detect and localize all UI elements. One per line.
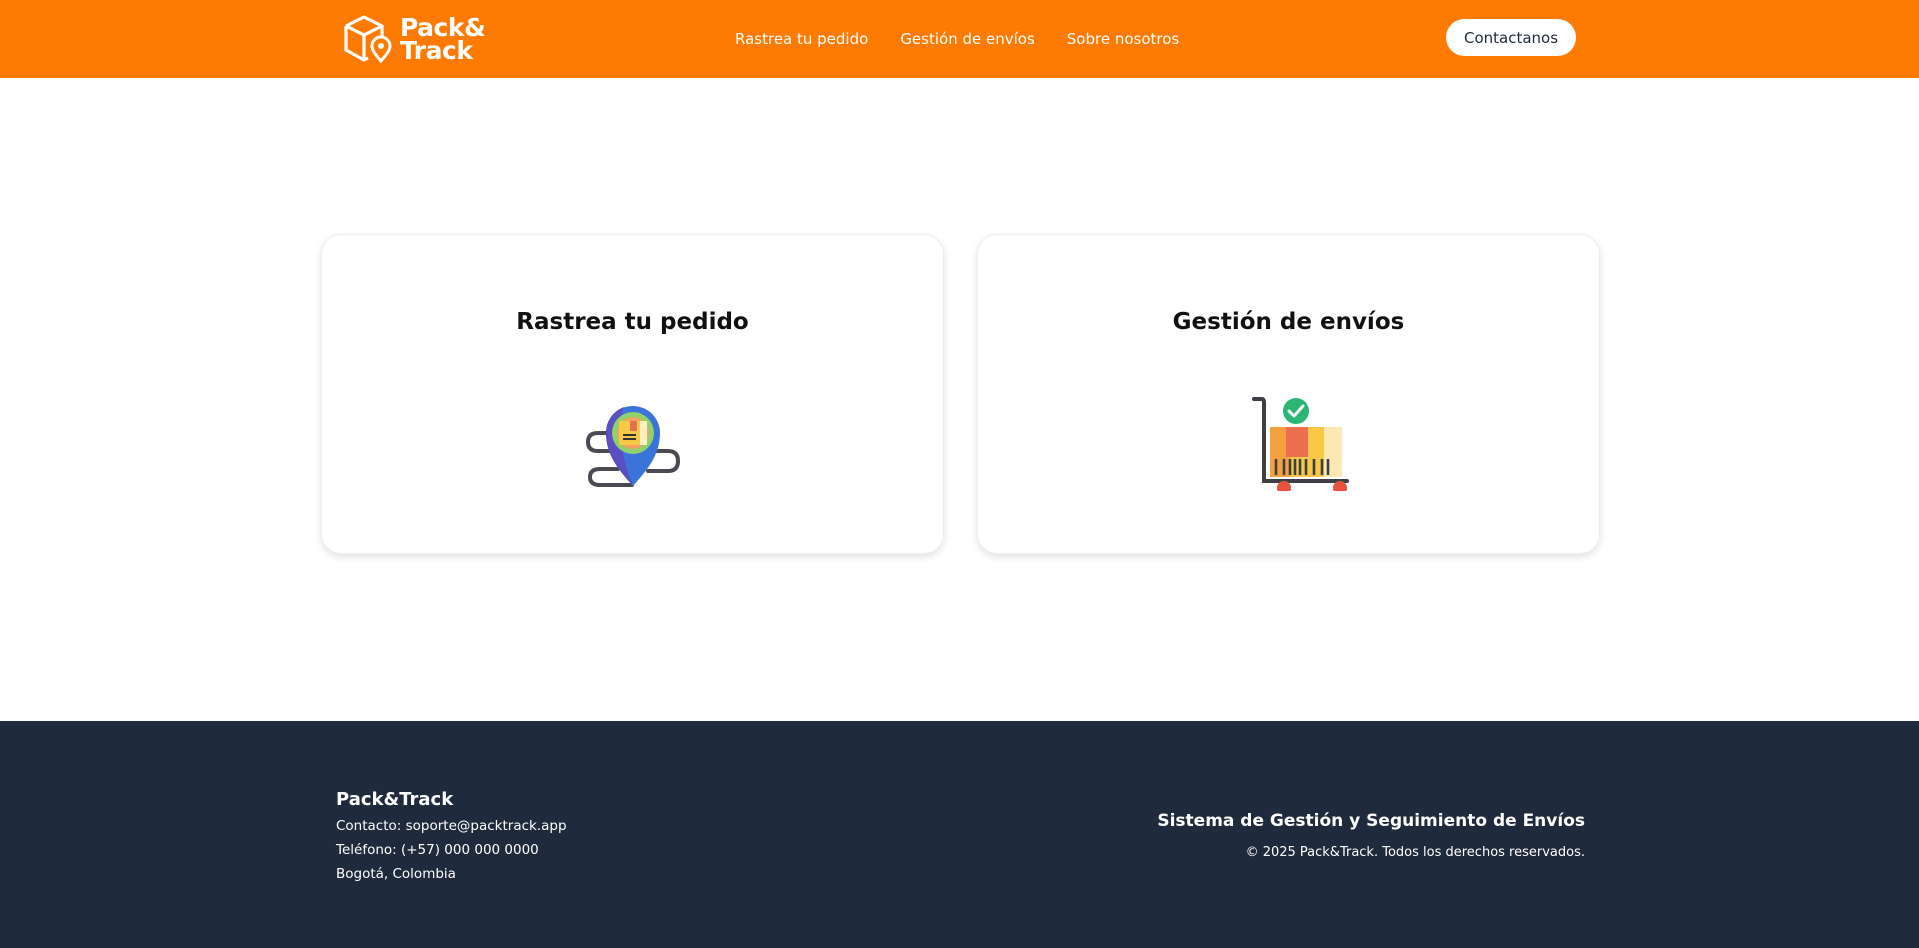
brand-logo[interactable]: Pack& Track bbox=[342, 13, 486, 65]
footer-brand: Pack&Track bbox=[336, 789, 454, 810]
footer-copyright: © 2025 Pack&Track. Todos los derechos re… bbox=[1245, 845, 1585, 860]
nav-link-gestion[interactable]: Gestión de envíos bbox=[900, 30, 1034, 48]
package-cart-icon bbox=[1252, 397, 1349, 491]
main-nav: Rastrea tu pedido Gestión de envíos Sobr… bbox=[735, 0, 1179, 78]
footer-phone: Teléfono: (+57) 000 000 0000 bbox=[336, 842, 539, 858]
card-track-order[interactable]: Rastrea tu pedido bbox=[321, 234, 944, 554]
nav-link-rastrea[interactable]: Rastrea tu pedido bbox=[735, 30, 868, 48]
card-title: Gestión de envíos bbox=[1172, 309, 1405, 335]
box-location-logo-icon bbox=[344, 15, 392, 64]
card-shipment-management[interactable]: Gestión de envíos bbox=[977, 234, 1600, 554]
logo-text: Pack& Track bbox=[400, 15, 486, 65]
card-title: Rastrea tu pedido bbox=[516, 309, 749, 335]
contact-button[interactable]: Contactanos bbox=[1446, 19, 1576, 56]
logo-line-2: Track bbox=[400, 36, 473, 65]
footer-contact-email: Contacto: soporte@packtrack.app bbox=[336, 818, 567, 834]
package-location-pin-icon bbox=[585, 406, 681, 487]
top-navbar: Pack& Track Rastrea tu pedido Gestión de… bbox=[0, 0, 1919, 78]
page-footer: Pack&Track Contacto: soporte@packtrack.a… bbox=[0, 721, 1919, 948]
footer-location: Bogotá, Colombia bbox=[336, 866, 456, 882]
footer-tagline: Sistema de Gestión y Seguimiento de Enví… bbox=[1157, 811, 1585, 831]
nav-link-sobre-nosotros[interactable]: Sobre nosotros bbox=[1067, 30, 1179, 48]
